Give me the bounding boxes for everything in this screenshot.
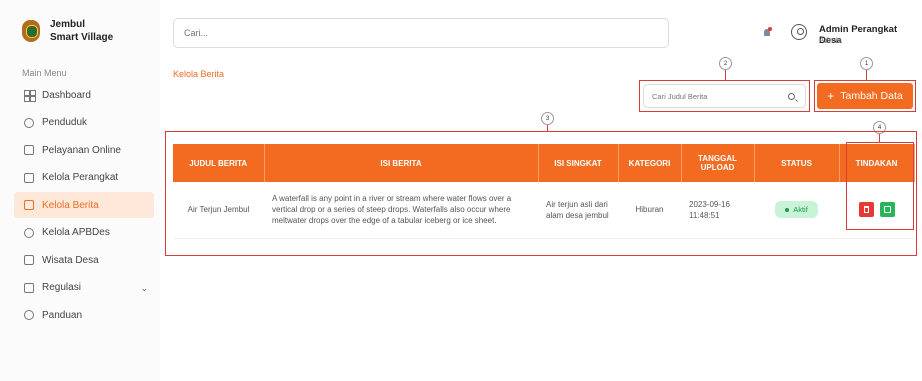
news-table-box: JUDUL BERITA ISI BERITA ISI SINGKAT KATE… <box>165 131 917 256</box>
status-label: Aktif <box>793 205 808 215</box>
column-header[interactable]: ISI SINGKAT <box>538 144 619 182</box>
global-search-input[interactable] <box>184 28 668 38</box>
sidebar-item-label: Pelayanan Online <box>42 144 121 156</box>
news-icon <box>24 200 34 210</box>
regulation-icon <box>24 282 34 293</box>
sidebar: Jembul Smart Village Main Menu Dashboard… <box>0 0 160 381</box>
search-berita-input[interactable] <box>652 91 782 101</box>
sidebar-item-label: Wisata Desa <box>42 254 99 266</box>
brand[interactable]: Jembul Smart Village <box>22 18 113 44</box>
sidebar-item-label: Dashboard <box>42 89 91 101</box>
global-search[interactable] <box>173 18 669 48</box>
sidebar-item-label: Kelola Berita <box>42 199 99 211</box>
budget-icon <box>24 227 34 238</box>
sidebar-item-kelola-perangkat[interactable]: Kelola Perangkat <box>14 165 154 191</box>
sidebar-item-regulasi[interactable]: Regulasi ⌄ <box>14 275 154 301</box>
plus-icon: + <box>827 89 835 103</box>
search-icon[interactable] <box>788 93 795 100</box>
service-icon <box>24 145 34 155</box>
column-header[interactable]: JUDUL BERITA <box>173 144 265 182</box>
users-icon <box>24 117 34 128</box>
cell-status: Aktif <box>754 182 839 239</box>
callout-marker: 1 <box>860 57 873 70</box>
sidebar-item-pelayanan-online[interactable]: Pelayanan Online <box>14 137 154 163</box>
sidebar-item-panduan[interactable]: Panduan <box>14 302 154 328</box>
column-header[interactable]: TANGGAL UPLOAD <box>681 144 755 182</box>
brand-name: Jembul Smart Village <box>50 19 114 43</box>
app: Jembul Smart Village Main Menu Dashboard… <box>0 0 922 381</box>
sidebar-item-label: Regulasi <box>42 282 81 293</box>
sidebar-item-label: Kelola APBDes <box>42 227 110 238</box>
actions-highlight-box <box>846 142 914 230</box>
cell-isi: A waterfall is any point in a river or s… <box>264 182 538 239</box>
search-berita-field[interactable] <box>643 84 806 108</box>
tambah-data-label: Tambah Data <box>840 90 903 102</box>
tour-icon <box>24 255 34 265</box>
cell-judul: Air Terjun Jembul <box>173 182 264 239</box>
sidebar-item-kelola-apbdes[interactable]: Kelola APBDes <box>14 220 154 246</box>
user-role: Admin <box>819 36 842 45</box>
notification-bell-icon[interactable] <box>763 27 772 38</box>
callout-marker: 2 <box>719 57 732 70</box>
chevron-down-icon[interactable]: ⌄ <box>140 283 148 294</box>
device-icon <box>24 172 34 183</box>
sidebar-item-label: Penduduk <box>42 117 88 128</box>
cell-kategori: Hiburan <box>618 182 681 239</box>
table-header-row: JUDUL BERITA ISI BERITA ISI SINGKAT KATE… <box>173 144 915 182</box>
menu-title: Main Menu <box>22 68 67 78</box>
callout-line <box>866 70 867 80</box>
column-header[interactable]: STATUS <box>754 144 840 182</box>
user-avatar-icon[interactable] <box>791 24 807 40</box>
grid-icon <box>24 90 34 100</box>
add-button-box: + Tambah Data <box>814 80 916 112</box>
news-table: JUDUL BERITA ISI BERITA ISI SINGKAT KATE… <box>173 144 915 239</box>
search-berita-box <box>639 80 810 112</box>
sidebar-item-penduduk[interactable]: Penduduk <box>14 110 154 136</box>
guide-icon <box>24 310 34 320</box>
callout-line <box>725 70 726 80</box>
sidebar-item-kelola-berita[interactable]: Kelola Berita <box>14 192 154 218</box>
breadcrumb[interactable]: Kelola Berita <box>173 69 224 79</box>
village-logo-icon <box>22 20 40 42</box>
sidebar-item-label: Kelola Perangkat <box>42 172 119 183</box>
sidebar-item-wisata-desa[interactable]: Wisata Desa <box>14 247 154 273</box>
status-dot-icon <box>785 208 790 213</box>
sidebar-menu: Dashboard Penduduk Pelayanan Online Kelo… <box>14 82 154 330</box>
cell-tanggal: 2023-09-16 11:48:51 <box>681 182 754 239</box>
status-badge: Aktif <box>775 201 818 219</box>
table-row: Air Terjun Jembul A waterfall is any poi… <box>173 182 914 239</box>
sidebar-item-dashboard[interactable]: Dashboard <box>14 82 154 108</box>
cell-singkat: Air terjun asli dari alam desa jembul <box>538 182 618 239</box>
column-header[interactable]: ISI BERITA <box>264 144 539 182</box>
callout-marker: 3 <box>541 112 554 125</box>
tambah-data-button[interactable]: + Tambah Data <box>817 83 913 109</box>
column-header[interactable]: KATEGORI <box>618 144 682 182</box>
sidebar-item-label: Panduan <box>42 309 83 321</box>
